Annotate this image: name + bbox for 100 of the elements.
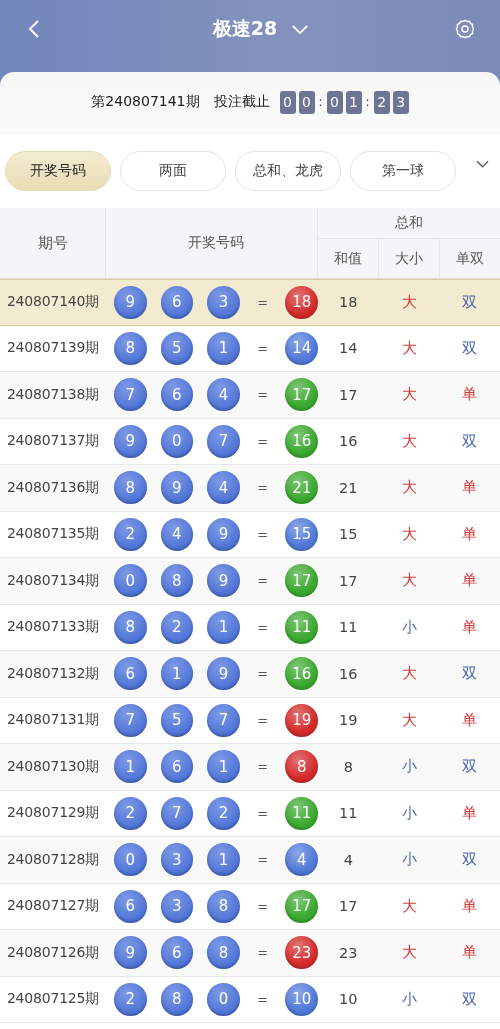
sum-cell-text: 18 (338, 294, 359, 311)
sum-cell-text: 11 (338, 619, 359, 636)
number-ball: 5 (160, 331, 194, 365)
number-ball: 6 (114, 889, 147, 923)
number-ball: 2 (114, 982, 147, 1016)
sum-ball: 23 (285, 936, 319, 970)
current-issue: 第240807141期 (91, 93, 200, 111)
sum-cell-text: 16 (338, 433, 359, 450)
parity-cell-text: 单 (461, 943, 479, 963)
number-ball: 4 (207, 471, 240, 505)
number-ball: 0 (114, 564, 147, 598)
issue-cell-text: 240807134期 (5, 571, 101, 590)
parity-cell-text: 单 (461, 803, 479, 823)
number-ball: 9 (114, 285, 147, 319)
number-ball: 6 (160, 936, 194, 970)
table-row[interactable]: 240807140期 9 6 3 = 18 18 大 双 (0, 279, 500, 326)
parity-cell-text: 双 (461, 989, 479, 1009)
parity-cell-text: 双 (461, 757, 479, 777)
equals-sign: = (256, 945, 270, 961)
equals-sign: = (256, 433, 270, 449)
tab[interactable]: 两面 (120, 150, 226, 191)
number-ball: 2 (160, 610, 194, 644)
number-ball: 1 (207, 843, 240, 877)
issue-cell-text: 240807135期 (5, 525, 101, 544)
number-ball: 6 (114, 657, 147, 691)
issue-cell-text: 240807128期 (5, 850, 101, 869)
tab[interactable]: 总和、龙虎 (235, 150, 341, 191)
countdown-separator: : (365, 95, 370, 109)
number-ball: 9 (114, 936, 147, 970)
chevron-down-icon[interactable] (476, 159, 489, 168)
sum-cell-text: 15 (338, 526, 359, 543)
number-ball: 7 (207, 703, 240, 737)
number-ball: 8 (207, 936, 240, 970)
column-header: 总和 (318, 208, 500, 239)
table-row[interactable]: 240807128期 0 3 1 = 4 4 小 双 (0, 837, 500, 884)
table-row[interactable]: 240807134期 0 8 9 = 17 17 大 单 (0, 558, 500, 605)
parity-cell-text: 双 (461, 292, 479, 312)
settings-icon[interactable] (454, 18, 476, 40)
parity-cell-text: 单 (461, 571, 479, 591)
number-ball: 1 (114, 750, 147, 784)
size-cell-text: 大 (400, 292, 418, 312)
table-row[interactable]: 240807138期 7 6 4 = 17 17 大 单 (0, 372, 500, 419)
countdown-digit: 0 (326, 90, 343, 114)
size-cell-text: 大 (400, 524, 418, 544)
sum-ball: 10 (285, 982, 319, 1016)
back-icon[interactable] (28, 19, 40, 39)
number-ball: 6 (160, 378, 194, 412)
number-ball: 8 (160, 982, 194, 1016)
column-header: 开奖号码 (106, 208, 318, 278)
issue-cell-text: 240807131期 (5, 711, 101, 730)
number-ball: 6 (160, 750, 194, 784)
number-ball: 0 (160, 424, 194, 458)
parity-cell-text: 单 (461, 617, 479, 637)
sum-ball: 17 (285, 564, 319, 598)
equals-sign: = (256, 759, 270, 775)
number-ball: 7 (160, 796, 194, 830)
countdown-digit: 1 (345, 90, 362, 114)
parity-cell-text: 单 (461, 478, 479, 498)
issue-cell-text: 240807125期 (5, 990, 101, 1009)
sum-cell-text: 14 (338, 340, 359, 357)
table-row[interactable]: 240807132期 6 1 9 = 16 16 大 双 (0, 651, 500, 698)
size-cell-text: 大 (400, 896, 418, 916)
countdown-digit: 3 (392, 90, 409, 114)
issue-cell-text: 240807126期 (5, 943, 101, 962)
number-ball: 7 (207, 424, 240, 458)
sum-ball: 18 (285, 285, 319, 319)
size-cell-text: 小 (400, 757, 418, 777)
number-ball: 8 (114, 610, 147, 644)
column-header: 单双 (455, 248, 485, 268)
sum-cell-text: 23 (338, 944, 359, 961)
countdown-digit: 2 (373, 90, 390, 114)
countdown-digit: 0 (298, 90, 315, 114)
sum-ball: 21 (285, 471, 319, 505)
sum-ball: 17 (285, 378, 319, 412)
table-row[interactable]: 240807130期 1 6 1 = 8 8 小 双 (0, 744, 500, 791)
sum-cell-text: 17 (338, 386, 359, 403)
number-ball: 7 (114, 378, 147, 412)
size-cell-text: 小 (400, 803, 418, 823)
tab[interactable]: 第一球 (350, 150, 456, 191)
sum-cell-text: 17 (338, 572, 359, 589)
issue-cell-text: 240807139期 (5, 339, 101, 358)
parity-cell-text: 单 (461, 896, 479, 916)
equals-sign: = (256, 340, 270, 356)
sum-ball: 16 (285, 424, 319, 458)
sum-cell-text: 17 (338, 898, 359, 915)
sum-cell-text: 19 (338, 712, 359, 729)
table-row[interactable]: 240807136期 8 9 4 = 21 21 大 单 (0, 465, 500, 512)
table-row[interactable]: 240807126期 9 6 8 = 23 23 大 单 (0, 930, 500, 977)
size-cell-text: 小 (400, 617, 418, 637)
equals-sign: = (256, 712, 270, 728)
number-ball: 1 (207, 610, 240, 644)
issue-cell-text: 240807132期 (5, 664, 101, 683)
number-ball: 3 (207, 285, 240, 319)
equals-sign: = (256, 805, 270, 821)
sum-ball: 4 (285, 843, 319, 877)
parity-cell-text: 单 (461, 524, 479, 544)
sum-ball: 11 (285, 796, 319, 830)
tab[interactable]: 开奖号码 (5, 150, 111, 191)
number-ball: 1 (207, 750, 240, 784)
column-header: 大小 (379, 239, 440, 278)
